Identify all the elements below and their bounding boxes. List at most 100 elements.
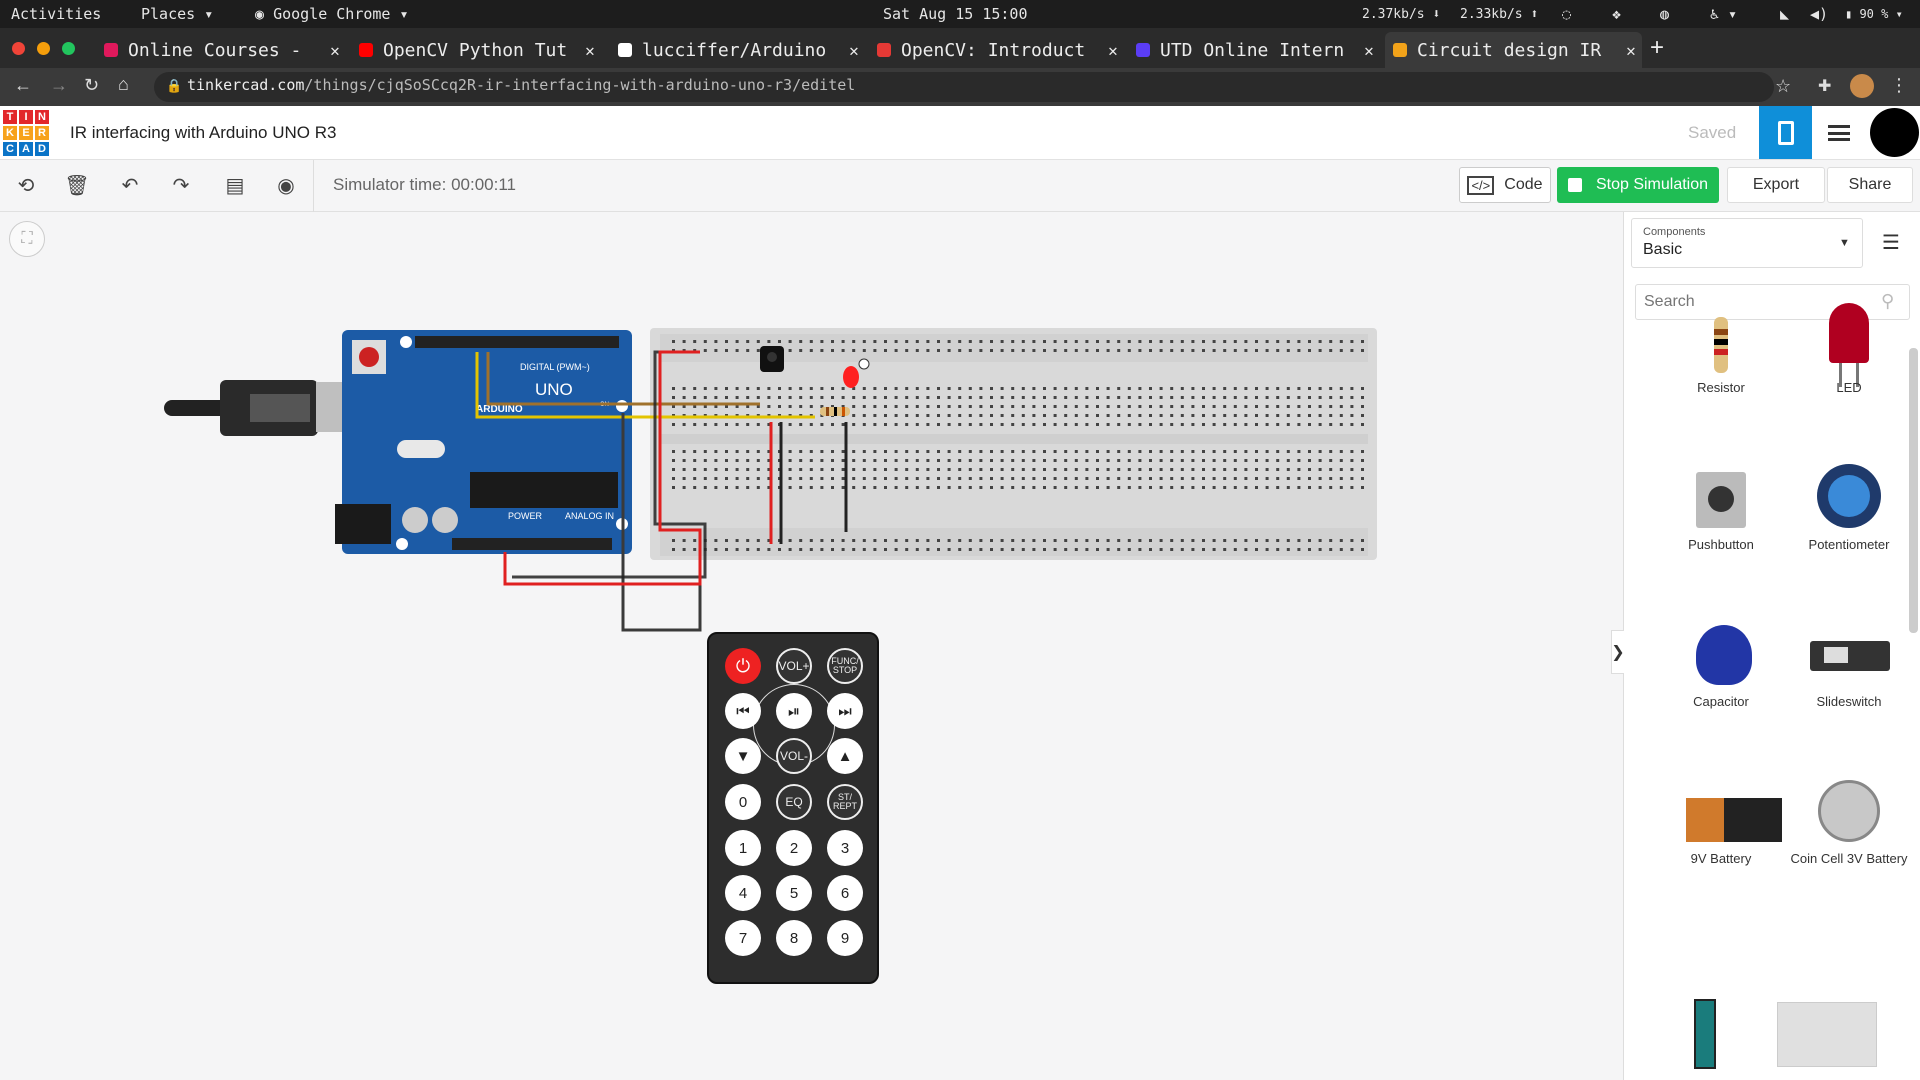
breadboard-hole [703, 349, 707, 352]
profile-avatar[interactable] [1850, 74, 1874, 98]
component-item[interactable]: LED [1784, 267, 1914, 417]
digit-0-button[interactable]: 0 [725, 784, 761, 820]
component-item[interactable]: Potentiometer [1784, 424, 1914, 574]
window-close-button[interactable] [12, 42, 25, 55]
breadboard-hole [1106, 349, 1110, 352]
dropbox-icon[interactable]: ❖ [1612, 5, 1621, 23]
undo-icon[interactable]: ↶ [117, 172, 143, 198]
component-item[interactable]: Capacitor [1656, 581, 1786, 731]
back-icon[interactable]: ← [14, 75, 32, 96]
circuit-view-button[interactable] [1759, 106, 1812, 159]
digit-button[interactable]: 5 [776, 875, 812, 911]
components-dropdown[interactable]: Components Basic ▼ [1631, 218, 1863, 268]
digit-button[interactable]: 1 [725, 830, 761, 866]
component-item[interactable]: Pushbutton [1656, 424, 1786, 574]
digit-button[interactable]: 8 [776, 920, 812, 956]
redo-icon[interactable]: ↷ [168, 172, 194, 198]
ir-remote[interactable]: ⏻ VOL+ FUNC/ STOP ⏮ ⏯ ⏭ ▼ VOL- ▲ 0 EQ ST… [707, 632, 879, 984]
tab-close-icon[interactable]: ✕ [1358, 41, 1380, 60]
wifi-icon[interactable]: ◣ [1780, 5, 1789, 23]
digit-button[interactable]: 9 [827, 920, 863, 956]
play-pause-button[interactable]: ⏯ [776, 693, 812, 729]
browser-tab[interactable]: Online Courses - ✕ [96, 32, 346, 68]
delete-icon[interactable]: 🗑 [64, 172, 90, 198]
battery-aa-thumbnail[interactable] [1694, 999, 1716, 1069]
share-button[interactable]: Share [1827, 167, 1913, 203]
arrow-up-icon: ▲ [837, 747, 853, 765]
components-list-view-button[interactable] [1812, 106, 1865, 159]
resistor[interactable] [820, 407, 850, 416]
stop-simulation-button[interactable]: Stop Simulation [1557, 167, 1719, 203]
ir-receiver[interactable] [760, 346, 784, 372]
component-item[interactable]: 9V Battery [1656, 738, 1786, 888]
tab-close-icon[interactable]: ✕ [324, 41, 346, 60]
breadboard[interactable] [650, 328, 1377, 560]
power-button[interactable]: ⏻ [725, 648, 761, 684]
up-button[interactable]: ▲ [827, 738, 863, 774]
window-minimize-button[interactable] [37, 42, 50, 55]
rotate-icon[interactable]: ⟲ [13, 172, 39, 198]
down-button[interactable]: ▼ [725, 738, 761, 774]
export-button[interactable]: Export [1727, 167, 1825, 203]
bookmark-star-icon[interactable]: ☆ [1775, 76, 1791, 97]
breadboard-hole [1085, 340, 1089, 343]
volume-icon[interactable]: ◀) [1810, 5, 1828, 23]
code-button[interactable]: </> Code [1459, 167, 1551, 203]
prev-button[interactable]: ⏮ [725, 693, 761, 729]
accessibility-icon[interactable]: ♿ ▾ [1710, 5, 1737, 23]
breadboard-hole [703, 459, 707, 462]
battery-indicator[interactable]: ▮ 90 % ▾ [1845, 7, 1903, 21]
design-title[interactable]: IR interfacing with Arduino UNO R3 [70, 123, 336, 143]
clock[interactable]: Sat Aug 15 15:00 [883, 5, 1028, 23]
activities-button[interactable]: Activities [11, 5, 101, 23]
vpn-icon[interactable]: ◍ [1660, 5, 1669, 23]
eq-button[interactable]: EQ [776, 784, 812, 820]
breadboard-hole [894, 387, 898, 390]
component-item[interactable]: Coin Cell 3V Battery [1784, 738, 1914, 888]
list-toggle-icon[interactable]: ☰ [1882, 230, 1900, 255]
browser-tab[interactable]: lucciffer/Arduino ✕ [610, 32, 865, 68]
st-rept-button[interactable]: ST/ REPT [827, 784, 863, 820]
places-menu[interactable]: Places ▾ [141, 5, 213, 23]
breadboard-hole [905, 459, 909, 462]
func-stop-button[interactable]: FUNC/ STOP [827, 648, 863, 684]
forward-icon[interactable]: → [50, 75, 68, 96]
notes-icon[interactable]: ▤ [222, 172, 248, 198]
vol-down-button[interactable]: VOL- [776, 738, 812, 774]
breadboard-hole [735, 387, 739, 390]
breadboard-thumbnail[interactable] [1777, 1002, 1877, 1067]
app-menu[interactable]: ◉ Google Chrome ▾ [255, 5, 409, 23]
tab-close-icon[interactable]: ✕ [843, 41, 865, 60]
digit-button[interactable]: 6 [827, 875, 863, 911]
workplane-canvas[interactable]: ⛶ DIGITAL (PWM~) UNO ARDUINO POWER ANALO… [0, 212, 1623, 1080]
browser-tab[interactable]: UTD Online Intern ✕ [1128, 32, 1380, 68]
reload-icon[interactable]: ↻ [84, 75, 99, 96]
tab-close-icon[interactable]: ✕ [1102, 41, 1124, 60]
breadboard-hole [968, 459, 972, 462]
browser-tab[interactable]: Circuit design IR ✕ [1385, 32, 1642, 68]
digit-button[interactable]: 3 [827, 830, 863, 866]
digit-button[interactable]: 7 [725, 920, 761, 956]
window-maximize-button[interactable] [62, 42, 75, 55]
user-avatar[interactable] [1870, 108, 1919, 157]
new-tab-button[interactable]: + [1650, 34, 1664, 62]
tab-close-icon[interactable]: ✕ [1620, 41, 1642, 60]
tinkercad-logo[interactable]: TINKERCAD [2, 109, 50, 157]
tab-close-icon[interactable]: ✕ [579, 41, 601, 60]
browser-tab[interactable]: OpenCV: Introduct ✕ [869, 32, 1124, 68]
digit-button[interactable]: 4 [725, 875, 761, 911]
menu-kebab-icon[interactable]: ⋮ [1890, 75, 1908, 96]
breadboard-hole [1255, 387, 1258, 390]
breadboard-hole [1255, 405, 1258, 408]
visibility-icon[interactable]: ◉ [273, 172, 299, 198]
browser-tab[interactable]: OpenCV Python Tut ✕ [351, 32, 601, 68]
next-button[interactable]: ⏭ [827, 693, 863, 729]
vol-up-button[interactable]: VOL+ [776, 648, 812, 684]
whatsapp-icon[interactable]: ◌ [1562, 5, 1571, 23]
component-item[interactable]: Resistor [1656, 267, 1786, 417]
extensions-icon[interactable]: ✚ [1818, 76, 1831, 96]
digit-button[interactable]: 2 [776, 830, 812, 866]
component-item[interactable]: Slideswitch [1784, 581, 1914, 731]
home-icon[interactable]: ⌂ [118, 74, 129, 95]
panel-collapse-button[interactable]: ❯ [1611, 630, 1625, 674]
